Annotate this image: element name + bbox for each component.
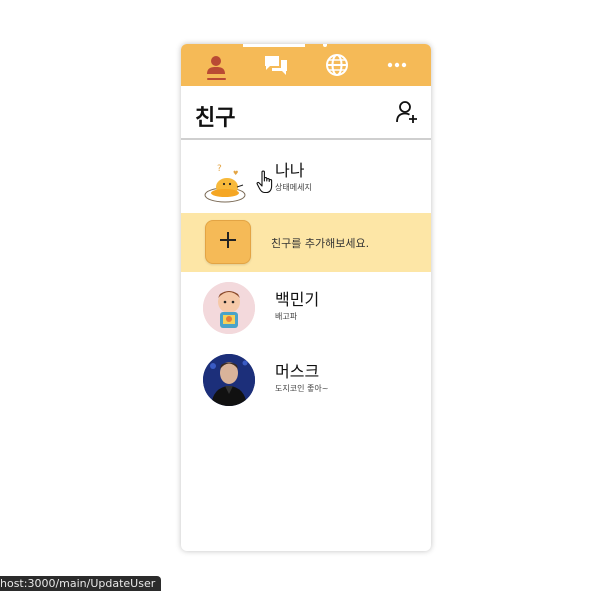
my-status-message: 상태메세지 [275,183,312,192]
my-name: 나나 [275,161,305,180]
add-friend-text: 친구를 추가해보세요. [271,237,370,250]
add-friend-plus-button[interactable] [205,220,251,264]
person-icon [205,54,227,76]
plus-icon [219,231,237,253]
app-window: 친구 ? ♥ 나나 상태메세지 친구를 추가해보세요. 백민기 배고파 머스크 … [181,44,431,551]
chat-icon [263,54,289,76]
top-tab-bar [181,44,431,86]
friend-name: 머스크 [275,362,320,381]
my-profile-row[interactable]: ? ♥ 나나 상태메세지 [181,148,431,210]
friend-name: 백민기 [275,290,320,309]
svg-text:?: ? [217,164,222,174]
tab-chats[interactable] [245,44,307,86]
globe-icon [325,53,349,77]
friend-row[interactable]: 백민기 배고파 [181,277,431,339]
add-user-icon [395,101,419,128]
page-header: 친구 [181,86,431,140]
add-friend-button[interactable] [395,100,419,124]
friend-status-message: 배고파 [275,312,298,321]
hand-cursor-icon [256,170,276,198]
my-avatar: ? ♥ [203,153,255,205]
tab-more[interactable] [366,44,428,86]
friend-avatar [203,282,255,334]
friend-avatar [203,354,255,406]
svg-text:♥: ♥ [233,170,238,177]
tab-open-chat[interactable] [306,44,368,86]
friend-row[interactable]: 머스크 도지코인 좋아~ [181,349,431,411]
status-bar-url: host:3000/main/UpdateUser [0,576,162,591]
page-title: 친구 [195,106,236,131]
tab-friends[interactable] [185,44,247,86]
friend-status-message: 도지코인 좋아~ [275,384,329,393]
active-tab-underline [207,78,226,80]
more-icon [386,61,408,69]
add-friend-row[interactable]: 친구를 추가해보세요. [181,213,431,272]
